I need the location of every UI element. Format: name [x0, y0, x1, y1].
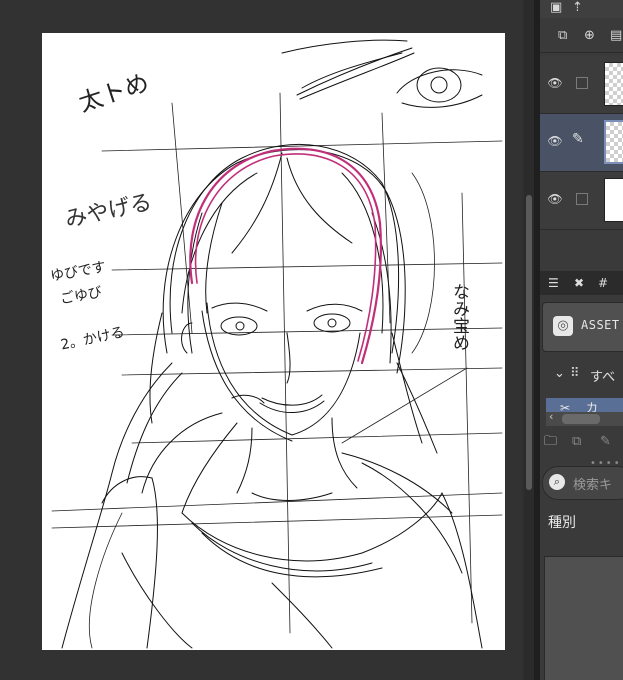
scroll-thumb[interactable] — [562, 414, 600, 424]
body-sketch — [61, 362, 483, 649]
close-icon[interactable]: ✖ — [574, 274, 584, 292]
new-folder-icon[interactable]: ▤ — [610, 28, 622, 44]
search-icon: ⌕ — [549, 474, 565, 490]
layer-tools-row: ⧉ ⊕ ▤ — [540, 20, 623, 53]
horizontal-scrollbar[interactable]: ‹ — [546, 410, 623, 426]
asset-header-label: ASSET — [581, 318, 620, 332]
layer-lock-checkbox[interactable] — [576, 77, 588, 89]
layer-thumbnail[interactable] — [604, 178, 623, 222]
layer-row-paper[interactable]: 👁 — [540, 172, 623, 230]
right-panel: ▣ ⇡ ⧉ ⊕ ▤ 👁 👁 ✎ 👁 ☰ ✖ # ◎ ASSET ⌄ ⠿ すべ ✂… — [540, 0, 623, 680]
canvas-area[interactable]: 太トめ みやげる ゆびです ごゆび 2。かける なみ宝め — [0, 0, 534, 680]
canvas-scroll-thumb[interactable] — [526, 195, 532, 490]
category-label: すべ — [590, 370, 616, 385]
palette-tab-bar: ☰ ✖ # — [540, 271, 623, 295]
asset-tools-row: 🗀 ⧉ ✎ — [540, 430, 623, 456]
drawing-canvas[interactable]: 太トめ みやげる ゆびです ごゆび 2。かける なみ宝め — [42, 33, 505, 650]
layer-thumbnail[interactable] — [604, 62, 623, 106]
layer-lock-checkbox[interactable] — [576, 193, 588, 205]
asset-list[interactable] — [544, 556, 623, 680]
category-tree-row[interactable]: ⌄ ⠿ すべ — [540, 362, 623, 388]
eye-icon[interactable]: 👁 — [546, 76, 564, 90]
eye-icon[interactable]: 👁 — [546, 192, 564, 206]
guide-lines — [51, 92, 503, 649]
chevron-left-icon[interactable]: ‹ — [549, 410, 553, 423]
copy-icon[interactable]: ⧉ — [572, 434, 581, 450]
search-placeholder: 検索キ — [573, 478, 613, 493]
annotation-right: なみ宝め — [449, 283, 469, 351]
edit-icon[interactable]: ✎ — [600, 434, 611, 450]
grid-icon: ⠿ — [570, 366, 580, 381]
eye-icon[interactable]: 👁 — [546, 134, 564, 148]
chevron-down-icon[interactable]: ⌄ — [554, 366, 565, 381]
transfer-icon[interactable]: ⇡ — [572, 0, 583, 16]
asset-header[interactable]: ◎ ASSET — [542, 302, 623, 352]
tab-assets[interactable]: # — [598, 274, 608, 292]
new-layer-icon[interactable]: ⧉ — [558, 28, 567, 44]
layer-row[interactable]: 👁 — [540, 56, 623, 114]
layer-thumbnail[interactable] — [604, 120, 623, 164]
new-vector-layer-icon[interactable]: ⊕ — [584, 28, 595, 44]
copy-layer-icon[interactable]: ▣ — [550, 0, 562, 16]
search-field[interactable]: ⌕ 検索キ — [542, 466, 623, 500]
pen-edit-icon: ✎ — [572, 131, 584, 147]
eye-sketch — [281, 39, 483, 108]
palette-menu-icon[interactable]: ☰ — [548, 274, 559, 292]
layer-palette-toolbar: ▣ ⇡ — [540, 0, 623, 18]
hair-sketch — [149, 143, 438, 454]
folder-add-icon[interactable]: 🗀 — [544, 434, 557, 450]
asset-logo-icon: ◎ — [553, 316, 573, 336]
kind-filter-label: 種別 — [548, 515, 576, 531]
layer-row-selected[interactable]: 👁 ✎ — [540, 114, 623, 172]
